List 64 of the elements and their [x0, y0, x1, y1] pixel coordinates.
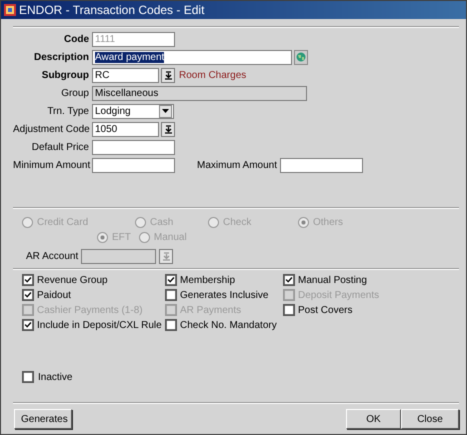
field-label: Maximum Amount	[197, 160, 278, 170]
ok-button[interactable]: OK	[346, 409, 401, 429]
checkbox-label: Generates Inclusive	[180, 290, 268, 300]
checkbox-label: Membership	[180, 274, 236, 286]
window-title: ENDOR - Transaction Codes - Edit	[19, 3, 204, 17]
field-label: Group	[60, 88, 89, 98]
close-button[interactable]: Close	[401, 409, 459, 429]
text-field[interactable]	[92, 140, 175, 154]
checkbox[interactable]	[165, 319, 177, 331]
field-label: Default Price	[30, 142, 89, 152]
globe-icon	[296, 52, 306, 62]
down-arrow-icon	[162, 109, 169, 113]
checkbox[interactable]	[283, 304, 295, 316]
checkbox-label: Paidout	[37, 290, 71, 300]
list-button[interactable]	[161, 122, 175, 136]
radio-label: Check	[223, 217, 252, 228]
radio-label: Credit Card	[37, 217, 88, 228]
field-label: Trn. Type	[46, 106, 89, 116]
radio-label: Manual	[154, 232, 187, 243]
checkbox[interactable]	[22, 289, 34, 301]
text-field[interactable]	[92, 158, 175, 172]
checkbox-label: Inactive	[38, 372, 72, 382]
radio-label: EFT	[112, 232, 131, 243]
app-icon	[4, 4, 16, 16]
checkbox[interactable]	[165, 289, 177, 301]
radio-button[interactable]	[208, 217, 219, 228]
radio-label: Others	[313, 217, 344, 228]
checkbox[interactable]	[283, 274, 295, 286]
checkbox-label: Check No. Mandatory	[180, 320, 277, 330]
text-field[interactable]: Award payment	[92, 50, 292, 64]
field-label: Adjustment Code	[13, 124, 89, 134]
generates-button[interactable]: Generates	[14, 409, 72, 429]
radio-button[interactable]	[138, 232, 150, 243]
radio-button[interactable]	[135, 217, 146, 228]
checkbox-label: Include in Deposit/CXL Rule	[37, 320, 162, 330]
checkbox[interactable]	[22, 371, 34, 383]
checkbox-label: Deposit Payments	[298, 290, 380, 300]
checkbox[interactable]	[165, 274, 177, 286]
checkbox[interactable]	[22, 319, 34, 331]
subgroup-description: Room Charges	[179, 70, 246, 80]
radio-button[interactable]	[97, 232, 108, 243]
field-label: Description	[32, 52, 89, 62]
checkbox-label: AR Payments	[180, 304, 242, 316]
field-label: AR Account	[26, 251, 78, 262]
text-field[interactable]	[280, 158, 364, 172]
field-label: Minimum Amount	[13, 160, 89, 170]
radio-button[interactable]	[22, 217, 33, 228]
checkbox-label: Cashier Payments (1-8)	[37, 304, 143, 316]
translate-button[interactable]	[294, 50, 308, 64]
field-label: Subgroup	[40, 70, 89, 80]
down-arrow-icon	[164, 70, 172, 80]
list-button[interactable]	[161, 68, 175, 82]
down-arrow-icon	[162, 252, 171, 261]
dropdown[interactable]: Lodging	[92, 104, 174, 118]
checkbox-label: Post Covers	[298, 304, 352, 316]
radio-button[interactable]	[298, 217, 309, 228]
checkbox-label: Manual Posting	[298, 274, 367, 286]
field-label: Code	[63, 34, 89, 44]
checkbox-label: Revenue Group	[37, 274, 108, 286]
down-arrow-icon	[164, 124, 172, 134]
text-field[interactable]: RC	[92, 68, 159, 82]
checkbox[interactable]	[22, 274, 34, 286]
text-field[interactable]: 1050	[92, 122, 159, 136]
radio-label: Cash	[150, 217, 174, 228]
